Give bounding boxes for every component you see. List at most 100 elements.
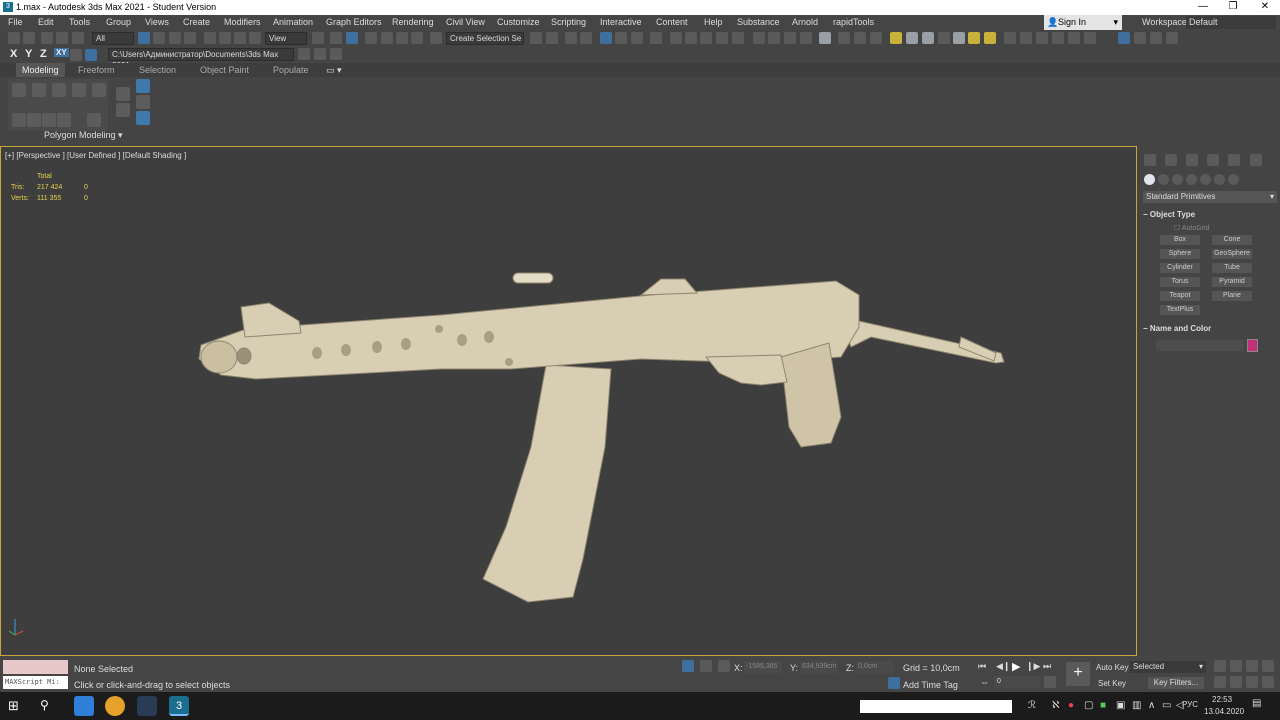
steam-icon[interactable]: [137, 696, 157, 716]
orbit-icon[interactable]: [1246, 676, 1258, 688]
key-mode-icon[interactable]: ⇔: [980, 677, 989, 687]
isolate-icon[interactable]: [136, 95, 150, 109]
spacewarp-icon[interactable]: [870, 32, 882, 44]
axis-x-button[interactable]: X: [10, 48, 17, 60]
plugin-b-icon[interactable]: [1084, 32, 1096, 44]
render-in-cloud-icon[interactable]: [732, 32, 744, 44]
link-icon[interactable]: [41, 32, 53, 44]
snaps-toggle-icon[interactable]: [365, 32, 377, 44]
physx-icon[interactable]: [1052, 32, 1064, 44]
menu-scripting[interactable]: Scripting: [551, 17, 586, 27]
arnold-light-icon[interactable]: [1150, 32, 1162, 44]
pyramid-button[interactable]: Pyramid: [1212, 277, 1252, 287]
menu-graph-editors[interactable]: Graph Editors: [326, 17, 382, 27]
cone-button[interactable]: Cone: [1212, 235, 1252, 245]
tab-modeling[interactable]: Modeling: [16, 63, 65, 77]
modify-mode-icon[interactable]: [12, 113, 26, 127]
select-manipulate-icon[interactable]: [330, 32, 342, 44]
key-set-dropdown[interactable]: Selected ▾: [1130, 661, 1206, 673]
cone-primitive-icon[interactable]: [953, 32, 965, 44]
isolate-selection-icon[interactable]: [682, 660, 694, 672]
show-hidden-icons-icon[interactable]: ∧: [1148, 700, 1155, 711]
menu-help[interactable]: Help: [704, 17, 723, 27]
border-mode-icon[interactable]: [52, 83, 66, 97]
arnold-ipr-icon[interactable]: [1134, 32, 1146, 44]
torus-button[interactable]: Torus: [1160, 277, 1200, 287]
geosphere-button[interactable]: GeoSphere: [1212, 249, 1252, 259]
set-project-icon[interactable]: [298, 48, 310, 60]
edge-browser-icon[interactable]: [74, 696, 94, 716]
redo-icon[interactable]: [23, 32, 35, 44]
primitive-category-dropdown[interactable]: Standard Primitives ▾: [1143, 191, 1277, 203]
taskbar-search-box[interactable]: [860, 700, 1012, 713]
name-and-color-rollout[interactable]: − Name and Color: [1143, 324, 1277, 333]
show-end-result-icon[interactable]: [136, 79, 150, 93]
curve-editor-icon[interactable]: [615, 32, 627, 44]
go-to-start-icon[interactable]: ⏮: [978, 661, 986, 672]
add-time-tag[interactable]: Add Time Tag: [903, 680, 958, 690]
network-icon[interactable]: ▭: [1162, 700, 1171, 711]
go-to-end-icon[interactable]: ⏭: [1043, 661, 1051, 672]
utilities-tab-icon[interactable]: [1250, 154, 1262, 166]
snapshot-icon[interactable]: [768, 32, 780, 44]
scene-explorer-icon[interactable]: [565, 32, 577, 44]
pivot-icon[interactable]: [312, 32, 324, 44]
3ds-max-taskbar-icon[interactable]: 3: [169, 696, 189, 716]
toggle-ribbon-icon[interactable]: [600, 32, 612, 44]
plane-button[interactable]: Plane: [1212, 291, 1252, 301]
menu-content[interactable]: Content: [656, 17, 688, 27]
lights-icon[interactable]: [1172, 174, 1183, 185]
scale-icon[interactable]: [234, 32, 246, 44]
ignore-backfacing-icon[interactable]: [87, 113, 101, 127]
tab-freeform[interactable]: Freeform: [78, 65, 115, 75]
axis-y-button[interactable]: Y: [25, 48, 32, 60]
paint-deform-icon[interactable]: [1020, 32, 1032, 44]
language-indicator[interactable]: РУС: [1182, 700, 1198, 709]
cameras-icon[interactable]: [1186, 174, 1197, 185]
tray-app-icon[interactable]: ℵ: [1052, 700, 1059, 711]
sign-in-dropdown[interactable]: 👤 Sign In ▾: [1044, 15, 1122, 30]
tray-icon-1[interactable]: ▢: [1084, 700, 1093, 711]
create-tab-icon[interactable]: [1144, 154, 1156, 166]
arnold-render-icon[interactable]: [1118, 32, 1130, 44]
rendered-frame-window-icon[interactable]: [685, 32, 697, 44]
textplus-button[interactable]: TextPlus: [1160, 305, 1200, 315]
sphere-primitive-icon[interactable]: [906, 32, 918, 44]
notifications-icon[interactable]: ▤: [1252, 698, 1268, 712]
display-tab-icon[interactable]: [1228, 154, 1240, 166]
tab-object-paint[interactable]: Object Paint: [200, 65, 249, 75]
box-button[interactable]: Box: [1160, 235, 1200, 245]
constraint-icon[interactable]: [70, 49, 82, 61]
menu-arnold[interactable]: Arnold: [792, 17, 818, 27]
tray-icon-3[interactable]: ▣: [1116, 700, 1125, 711]
play-icon[interactable]: ▶: [1012, 660, 1020, 673]
layer-explorer-icon[interactable]: [580, 32, 592, 44]
menu-rendering[interactable]: Rendering: [392, 17, 434, 27]
use-displacement-icon[interactable]: [116, 103, 130, 117]
selection-lock-icon[interactable]: [700, 660, 712, 672]
menu-tools[interactable]: Tools: [69, 17, 90, 27]
tray-icon-4[interactable]: ▥: [1132, 700, 1141, 711]
material-editor-icon[interactable]: [650, 32, 662, 44]
paint-selection-icon[interactable]: [85, 49, 97, 61]
array-icon[interactable]: [784, 32, 796, 44]
spacing-tool-icon[interactable]: [800, 32, 812, 44]
clock-time[interactable]: 22:53: [1212, 695, 1232, 704]
menu-views[interactable]: Views: [145, 17, 169, 27]
systems-icon[interactable]: [1228, 174, 1239, 185]
freeform-icon[interactable]: [1036, 32, 1048, 44]
menu-rapidtools[interactable]: rapidTools: [833, 17, 874, 27]
z-coordinate-field[interactable]: 0,0cm: [856, 661, 894, 673]
menu-interactive[interactable]: Interactive: [600, 17, 642, 27]
search-icon[interactable]: ⚲: [40, 698, 49, 712]
preserve-uvs-icon[interactable]: [57, 113, 71, 127]
ribbon-options-icon[interactable]: ▭ ▾: [326, 65, 342, 76]
modify-tab-icon[interactable]: [1165, 154, 1177, 166]
y-coordinate-field[interactable]: 634,939cm: [800, 661, 838, 673]
move-icon[interactable]: [204, 32, 216, 44]
angle-snap-icon[interactable]: [381, 32, 393, 44]
schematic-view-icon[interactable]: [631, 32, 643, 44]
helper-icon[interactable]: [854, 32, 866, 44]
minimize-button[interactable]: —: [1188, 0, 1218, 15]
key-filters-button[interactable]: Key Filters...: [1148, 677, 1204, 689]
